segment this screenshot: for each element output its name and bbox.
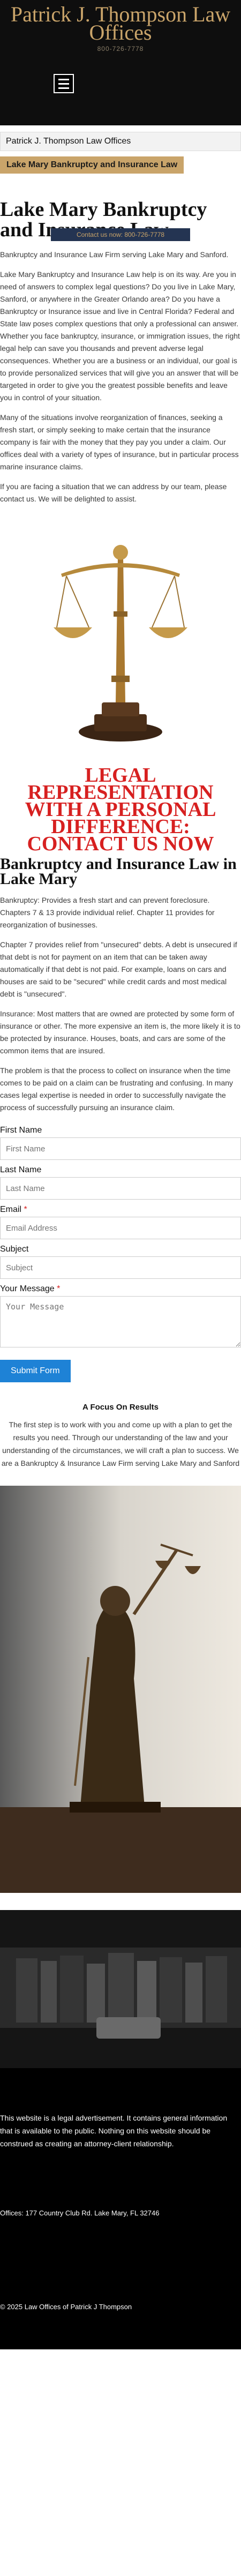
site-footer: This website is a legal advertisement. I…	[0, 2068, 241, 2349]
focus-title: A Focus On Results	[82, 1403, 159, 1412]
body-paragraph: Lake Mary Bankruptcy and Insurance Law h…	[0, 270, 240, 402]
body-paragraph: Chapter 7 provides relief from "unsecure…	[0, 940, 237, 998]
hamburger-icon	[58, 83, 69, 85]
hamburger-icon	[58, 87, 69, 89]
body-paragraph: Many of the situations involve reorganiz…	[0, 413, 239, 471]
body-paragraph: Bankruptcy: Provides a fresh start and c…	[0, 896, 215, 929]
menu-button[interactable]	[54, 74, 74, 93]
hamburger-icon	[58, 78, 69, 80]
focus-paragraph: The first step is to work with you and c…	[1, 1420, 240, 1467]
message-field[interactable]	[0, 1296, 241, 1347]
last-name-label: Last Name	[0, 1165, 42, 1174]
header-phone[interactable]: 800-726-7778	[0, 45, 241, 53]
scales-of-justice-image	[50, 515, 191, 751]
email-label: Email *	[0, 1205, 241, 1215]
first-name-label: First Name	[0, 1126, 42, 1135]
law-books-image	[0, 1910, 241, 2068]
body-paragraph: The problem is that the process to colle…	[0, 1066, 234, 1112]
site-title[interactable]: Patrick J. Thompson Law Offices	[0, 0, 241, 43]
email-field[interactable]	[0, 1217, 241, 1239]
legal-disclaimer: This website is a legal advertisement. I…	[0, 2114, 228, 2148]
required-marker: *	[57, 1284, 61, 1293]
copyright: © 2025 Law Offices of Patrick J Thompson	[0, 2303, 132, 2311]
last-name-field[interactable]	[0, 1177, 241, 1200]
message-label-text: Your Message	[0, 1284, 55, 1293]
contact-banner[interactable]: Contact us now: 800-726-7778	[51, 228, 190, 241]
contact-form: First Name Last Name Email * Subject You…	[0, 1126, 241, 1382]
body-paragraph: If you are facing a situation that we ca…	[0, 482, 227, 503]
cta-heading: Legal Representation with a Personal Dif…	[25, 764, 216, 855]
email-label-text: Email	[0, 1205, 22, 1214]
submit-button[interactable]: Submit Form	[0, 1360, 71, 1382]
subject-label: Subject	[0, 1245, 29, 1254]
site-header: Patrick J. Thompson Law Offices 800-726-…	[0, 0, 241, 125]
lady-justice-image	[0, 1486, 241, 1893]
breadcrumb-current: Lake Mary Bankruptcy and Insurance Law	[0, 156, 184, 174]
breadcrumb-home-link[interactable]: Patrick J. Thompson Law Offices	[0, 132, 241, 151]
subject-field[interactable]	[0, 1256, 241, 1279]
body-paragraph: Insurance: Most matters that are owned a…	[0, 1009, 240, 1055]
message-label: Your Message *	[0, 1284, 241, 1294]
first-name-field[interactable]	[0, 1137, 241, 1160]
breadcrumb: Patrick J. Thompson Law Offices Lake Mar…	[0, 125, 241, 174]
intro-paragraph: Bankruptcy and Insurance Law Firm servin…	[0, 250, 229, 259]
office-address: Offices: 177 Country Club Rd. Lake Mary,…	[0, 2209, 160, 2217]
required-marker: *	[24, 1205, 27, 1214]
section-title: Bankruptcy and Insurance Law in Lake Mar…	[0, 855, 237, 888]
main-content: Lake Mary Bankruptcy and Insurance Law C…	[0, 199, 241, 2068]
